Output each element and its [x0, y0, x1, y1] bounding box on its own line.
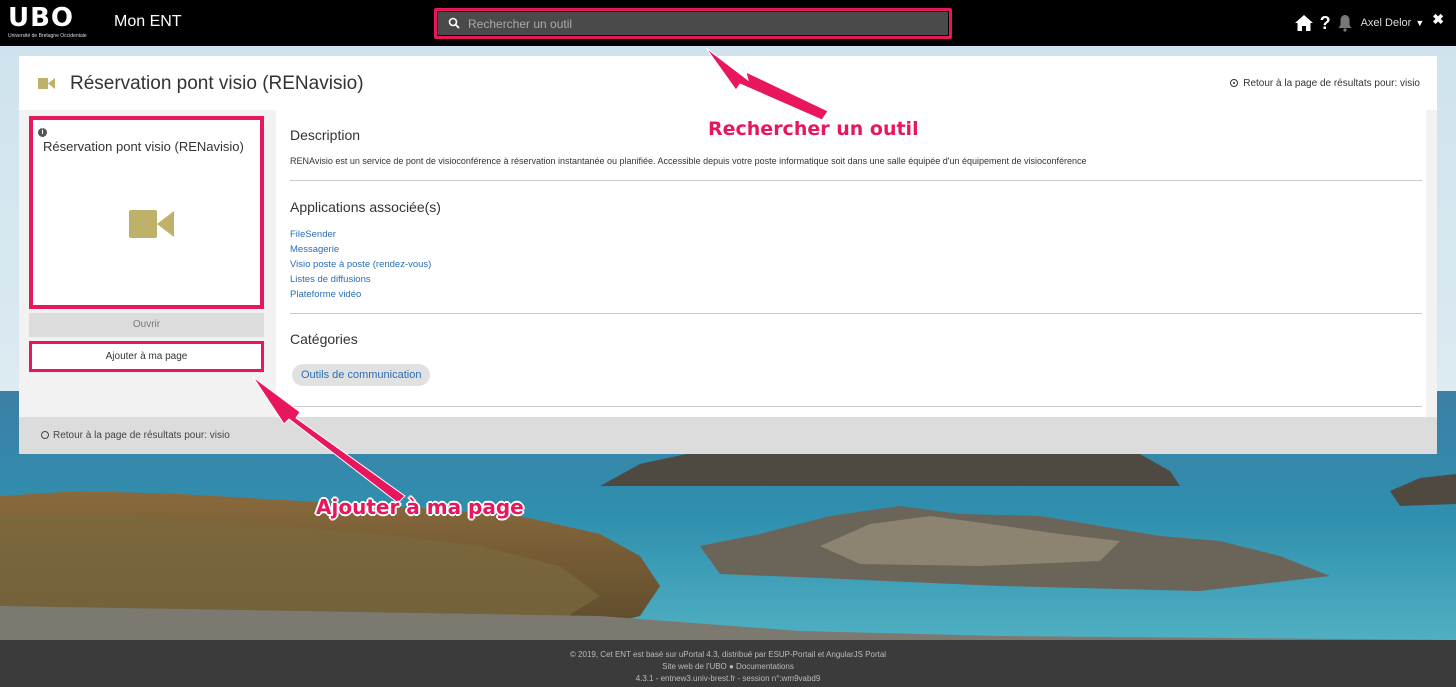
return-link-label: Retour à la page de résultats pour: visi…: [1243, 78, 1420, 89]
app-title[interactable]: Mon ENT: [114, 13, 182, 31]
annotation-add-label: Ajouter à ma page: [316, 495, 524, 519]
return-link-label: Retour à la page de résultats pour: visi…: [53, 430, 230, 441]
video-camera-icon: [129, 210, 174, 238]
annotation-search-label: Rechercher un outil: [708, 118, 919, 140]
page-title: Réservation pont visio (RENavisio): [70, 73, 364, 94]
description-text: RENAvisio est un service de pont de visi…: [290, 156, 1087, 166]
related-apps-heading: Applications associée(s): [290, 199, 441, 215]
related-app-link[interactable]: Listes de diffusions: [290, 272, 431, 287]
panel-body: i Réservation pont visio (RENavisio) Ouv…: [19, 110, 1437, 417]
search-icon: [448, 17, 460, 29]
search-input[interactable]: [468, 12, 938, 35]
app-detail-panel: Réservation pont visio (RENavisio) Retou…: [19, 56, 1437, 454]
related-app-link[interactable]: Messagerie: [290, 242, 431, 257]
footer-copyright: © 2019, Cet ENT est basé sur uPortal 4.3…: [569, 650, 887, 659]
panel-header: Réservation pont visio (RENavisio) Retou…: [19, 56, 1437, 110]
user-menu[interactable]: Axel Delor: [1361, 17, 1412, 29]
return-to-results-link[interactable]: Retour à la page de résultats pour: visi…: [41, 430, 230, 441]
close-icon[interactable]: ✖: [1432, 11, 1444, 28]
page-footer: © 2019, Cet ENT est basé sur uPortal 4.3…: [0, 640, 1456, 687]
app-tile[interactable]: i Réservation pont visio (RENavisio): [29, 116, 264, 309]
divider: [290, 406, 1422, 407]
circle-arrow-icon: [41, 431, 49, 439]
top-navigation-bar: UBO Université de Bretagne Occidentale M…: [0, 0, 1456, 46]
search-highlight-box: [434, 8, 952, 39]
related-app-link[interactable]: Plateforme vidéo: [290, 287, 431, 302]
ubo-logo[interactable]: UBO Université de Bretagne Occidentale: [8, 4, 90, 40]
footer-links[interactable]: Site web de l'UBO ● Documentations: [0, 661, 1456, 673]
bell-icon[interactable]: [1337, 14, 1353, 32]
open-button[interactable]: Ouvrir: [29, 313, 264, 337]
app-tile-title: Réservation pont visio (RENavisio): [43, 139, 244, 154]
related-apps-list: FileSender Messagerie Visio poste à post…: [290, 227, 431, 302]
home-icon[interactable]: [1294, 14, 1314, 32]
description-heading: Description: [290, 127, 361, 143]
app-details: Description RENAvisio est un service de …: [276, 110, 1426, 417]
return-to-results-link[interactable]: Retour à la page de résultats pour: visi…: [1230, 78, 1420, 89]
related-app-link[interactable]: FileSender: [290, 227, 431, 242]
footer-version: 4.3.1 - entnew3.univ-brest.fr - session …: [635, 674, 821, 683]
circle-arrow-icon: [1230, 79, 1239, 87]
divider: [290, 180, 1422, 181]
related-app-link[interactable]: Visio poste à poste (rendez-vous): [290, 257, 431, 272]
panel-footer: Retour à la page de résultats pour: visi…: [19, 417, 1437, 454]
search-bar[interactable]: [438, 12, 948, 35]
categories-heading: Catégories: [290, 331, 358, 347]
help-icon[interactable]: ?: [1320, 13, 1331, 34]
category-tag[interactable]: Outils de communication: [292, 364, 431, 386]
video-camera-icon: [38, 78, 55, 89]
chevron-down-icon[interactable]: ▼: [1415, 18, 1424, 28]
logo-subtitle: Université de Bretagne Occidentale: [8, 33, 87, 39]
user-toolbar: ? Axel Delor ▼ ✖: [1294, 10, 1444, 36]
info-icon[interactable]: i: [38, 128, 47, 137]
logo-text: UBO: [8, 3, 75, 33]
add-to-my-page-button[interactable]: Ajouter à ma page: [29, 341, 264, 372]
divider: [290, 313, 1422, 314]
